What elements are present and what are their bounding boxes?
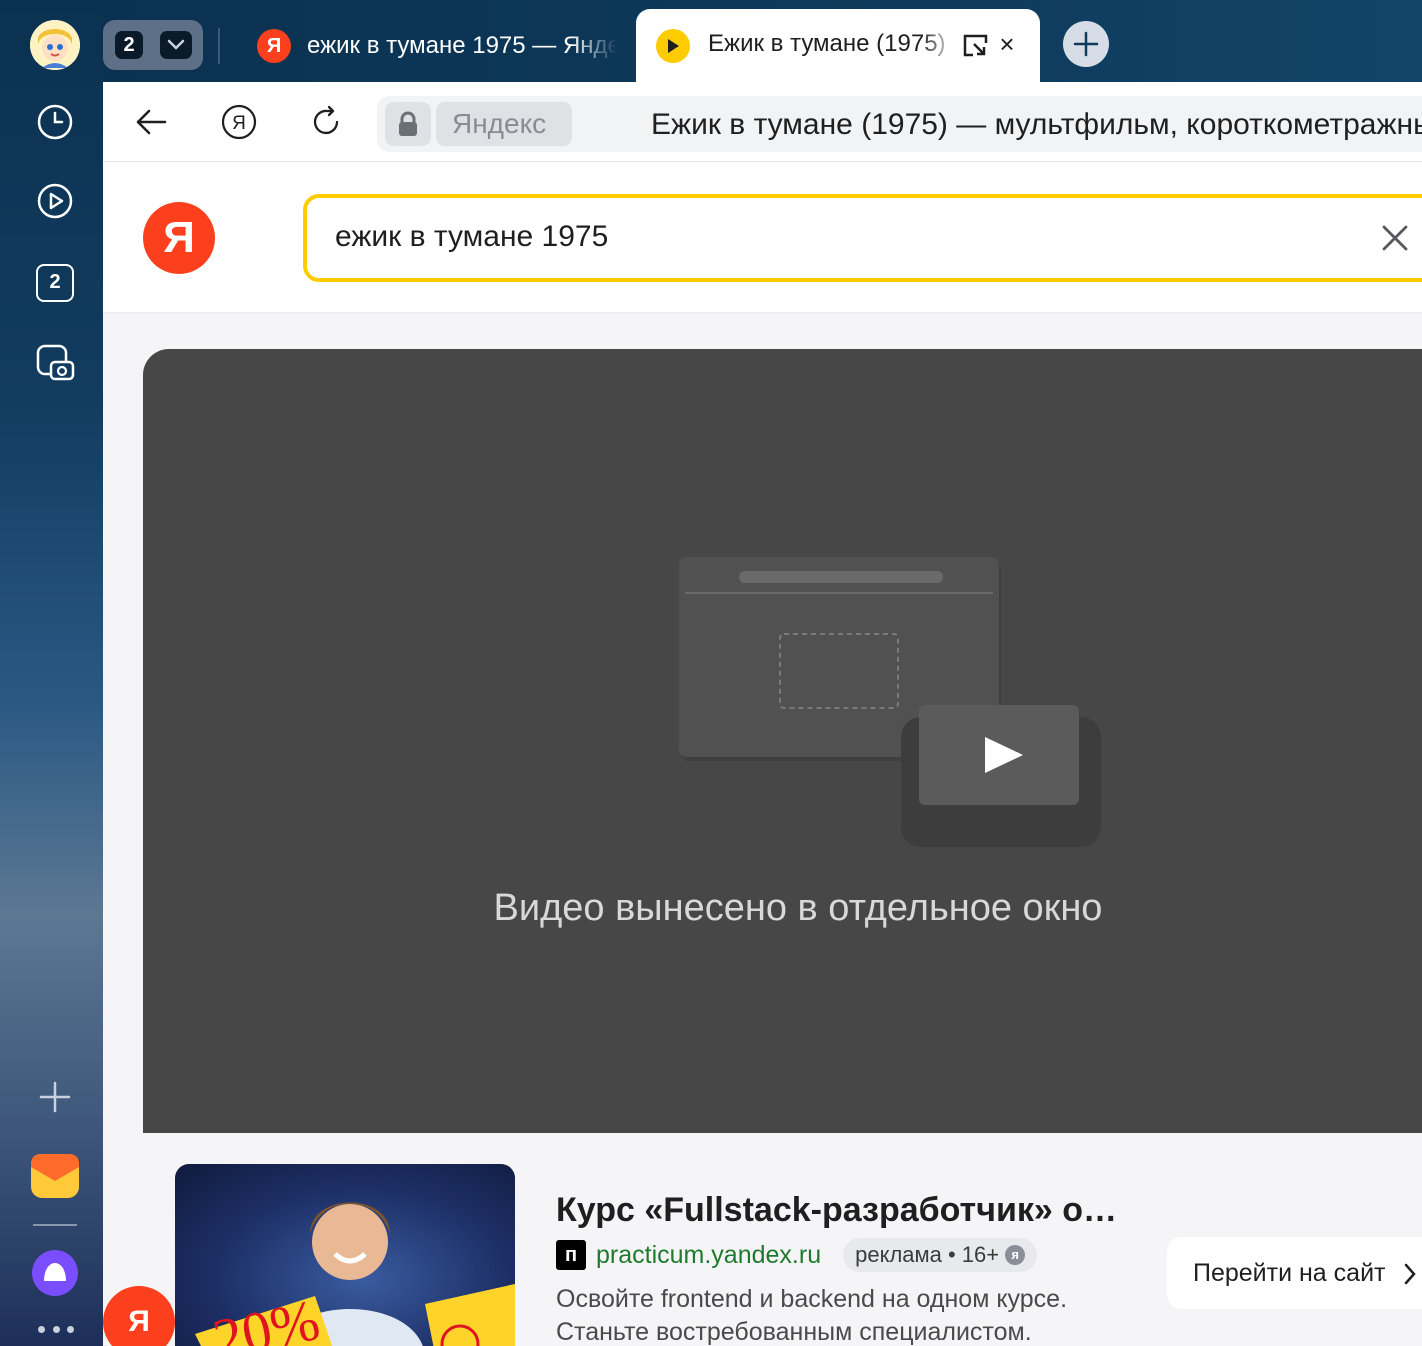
ad-block[interactable]: 20% Курс «Fullstack-разработчик» о… п pr…	[143, 1133, 1422, 1346]
mail-icon	[31, 1154, 79, 1198]
history-button[interactable]	[30, 97, 80, 147]
screenshot-icon	[36, 344, 75, 381]
svg-text:Я: Я	[232, 113, 246, 134]
profile-avatar[interactable]	[30, 20, 80, 70]
ad-desc-line: Освойте frontend и backend на одном курс…	[556, 1285, 1068, 1313]
ad-desc-line: Станьте востребованным специалистом.	[556, 1318, 1032, 1346]
ad-title[interactable]: Курс «Fullstack-разработчик» о…	[556, 1191, 1117, 1230]
site-label[interactable]: Яндекс	[436, 102, 572, 146]
screenshot-button[interactable]	[30, 338, 80, 388]
go-to-site-button[interactable]: Перейти на сайт	[1167, 1237, 1422, 1309]
ad-image[interactable]: 20%	[175, 1164, 515, 1346]
tab-strip: 2 Я ежик в тумане 1975 — Яндекс Ежик в т…	[103, 0, 1422, 82]
tab-title: ежик в тумане 1975 — Яндекс	[307, 32, 617, 59]
lock-icon[interactable]	[385, 102, 431, 146]
tabs-button[interactable]: 2	[30, 258, 80, 308]
ad-description: Освойте frontend и backend на одном курс…	[556, 1283, 1067, 1346]
practicum-logo-icon: п	[556, 1240, 586, 1270]
plus-icon	[1073, 31, 1099, 57]
sidebar-divider	[33, 1224, 77, 1226]
browser-window: 2 2 Я ежик в тумане 1975 — Яндекс Ежик в…	[0, 0, 1422, 1346]
ad-badge[interactable]: реклама • 16+ я	[843, 1238, 1038, 1272]
tabs-count-icon: 2	[36, 264, 74, 302]
mail-button[interactable]	[30, 1151, 80, 1201]
page-title: Ежик в тумане (1975) — мультфильм, корот…	[651, 108, 1422, 141]
new-tab-button[interactable]	[1063, 21, 1109, 67]
yandex-favicon: Я	[257, 29, 291, 63]
search-query[interactable]: ежик в тумане 1975	[335, 220, 608, 254]
search-input[interactable]: ежик в тумане 1975	[303, 194, 1422, 282]
plus-icon	[39, 1081, 71, 1113]
video-button[interactable]	[30, 176, 80, 226]
tab-active-video[interactable]: Ежик в тумане (1975) ×	[636, 9, 1040, 82]
chevron-down-icon	[160, 31, 192, 59]
tab-close-button[interactable]: ×	[992, 29, 1022, 59]
url-field[interactable]: Яндекс Ежик в тумане (1975) — мультфильм…	[377, 96, 1422, 152]
ad-domain[interactable]: practicum.yandex.ru	[596, 1241, 821, 1270]
tab-count: 2	[115, 31, 143, 59]
ad-source: п practicum.yandex.ru реклама • 16+ я	[556, 1238, 1038, 1272]
tab-separator	[218, 28, 220, 64]
reload-icon	[313, 105, 339, 135]
clock-icon	[37, 104, 73, 140]
tab-title: Ежик в тумане (1975)	[708, 30, 946, 57]
go-to-site-label: Перейти на сайт	[1193, 1259, 1386, 1287]
address-bar: Я Яндекс Ежик в тумане (1975) — мультфил…	[103, 82, 1422, 162]
play-circle-icon	[37, 183, 73, 219]
arrow-left-icon	[136, 109, 167, 135]
alice-icon	[32, 1250, 78, 1296]
tab-search-results[interactable]: Я ежик в тумане 1975 — Яндекс	[257, 26, 625, 66]
yandex-logo[interactable]: Я	[143, 202, 215, 274]
reload-button[interactable]	[305, 100, 349, 144]
clear-search-button[interactable]	[1377, 220, 1413, 256]
add-panel-button[interactable]	[30, 1072, 80, 1122]
video-favicon-icon	[656, 29, 690, 63]
pip-message: Видео вынесено в отдельное окно	[493, 887, 1103, 929]
more-icon[interactable]	[38, 1326, 74, 1338]
sidebar: 2	[0, 0, 103, 1346]
ad-badge-text: реклама • 16+	[855, 1242, 1000, 1267]
yandex-badge-icon: я	[1005, 1245, 1026, 1265]
picture-in-picture-icon[interactable]	[960, 31, 990, 61]
close-icon	[1382, 225, 1408, 251]
yandex-home-button[interactable]: Я	[217, 100, 261, 144]
alice-button[interactable]	[30, 1248, 80, 1298]
back-button[interactable]	[129, 100, 173, 144]
chevron-right-icon	[1404, 1263, 1416, 1285]
video-player[interactable]: Видео вынесено в отдельное окно	[143, 349, 1422, 1133]
pip-placeholder-illustration	[679, 557, 1101, 847]
tab-groups-button[interactable]: 2	[103, 20, 203, 70]
content-area: Видео вынесено в отдельное окно 20% Курс…	[103, 314, 1422, 1346]
yandex-circle-icon: Я	[221, 104, 257, 140]
search-header: Я ежик в тумане 1975	[103, 162, 1422, 314]
